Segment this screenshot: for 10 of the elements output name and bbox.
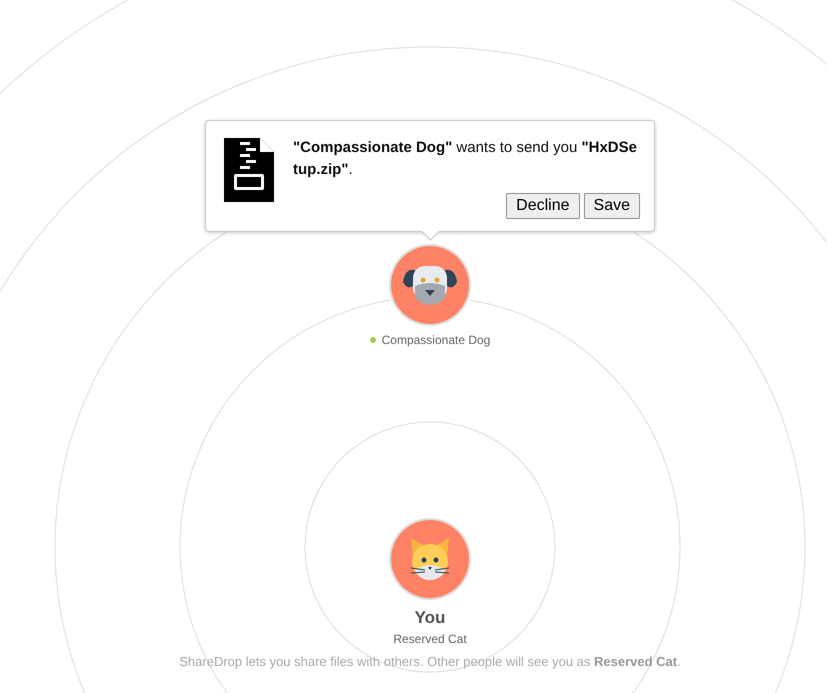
dog-avatar-icon[interactable] bbox=[389, 244, 471, 326]
cat-avatar-icon bbox=[389, 518, 471, 600]
save-button[interactable]: Save bbox=[584, 193, 640, 219]
transfer-message: "Compassionate Dog" wants to send you "HxDSetup.zip". bbox=[293, 138, 638, 180]
zip-file-icon bbox=[224, 138, 274, 202]
you-label: You bbox=[414, 608, 446, 628]
own-name: Reserved Cat bbox=[393, 632, 467, 646]
decline-button[interactable]: Decline bbox=[506, 193, 580, 219]
peer-name: Compassionate Dog bbox=[370, 333, 490, 347]
footer-note: ShareDrop lets you share files with others. Other people will see you as Reserved Cat. bbox=[179, 654, 681, 669]
